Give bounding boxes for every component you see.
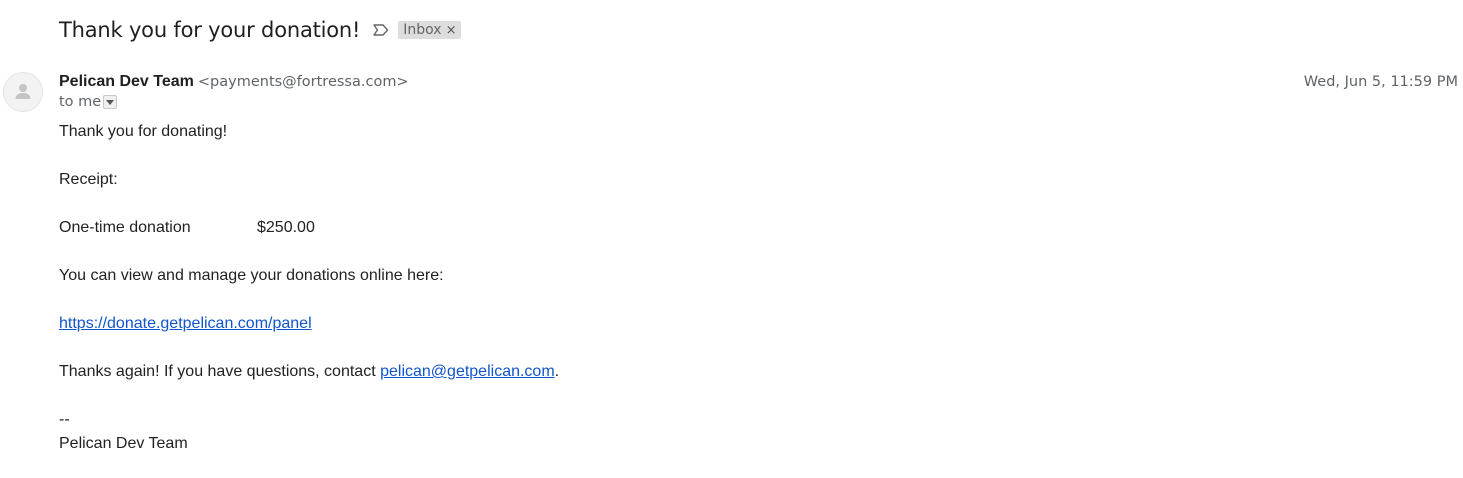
greeting-text: Thank you for donating! [59, 123, 228, 140]
message-body: Thank you for donating! Receipt: One-tim… [59, 120, 559, 456]
signature-name: Pelican Dev Team [59, 435, 188, 452]
email-subject: Thank you for your donation! [59, 18, 361, 42]
remove-label-icon[interactable]: × [446, 24, 457, 37]
sender-line: Pelican Dev Team <payments@fortressa.com… [59, 72, 409, 92]
default-avatar-icon[interactable] [3, 72, 43, 112]
show-details-button[interactable] [103, 95, 118, 109]
inbox-label-chip[interactable]: Inbox × [398, 21, 462, 39]
recipient-text: to me [59, 94, 102, 110]
subject-row: Thank you for your donation! Inbox × [59, 14, 462, 46]
receipt-item: One-time donation [59, 219, 191, 236]
dropdown-arrow-icon [106, 99, 115, 105]
receipt-row: One-time donation $250.00 [59, 216, 559, 240]
thanks-suffix: . [554, 363, 560, 380]
recipient-line: to me [59, 92, 118, 112]
contact-line: Thanks again! If you have questions, con… [59, 360, 559, 384]
contact-email-link[interactable]: pelican@getpelican.com [380, 363, 555, 380]
signature-separator: -- [59, 411, 70, 428]
message-date: Wed, Jun 5, 11:59 PM [1303, 74, 1458, 90]
sender-email: <payments@fortressa.com> [197, 74, 409, 90]
manage-donations-text: You can view and manage your donations o… [59, 267, 444, 284]
label-chip-text: Inbox [403, 22, 442, 38]
receipt-heading: Receipt: [59, 171, 118, 188]
label-importance-icon[interactable] [372, 23, 390, 37]
donation-panel-link[interactable]: https://donate.getpelican.com/panel [59, 315, 312, 332]
receipt-amount: $250.00 [257, 219, 315, 236]
sender-name[interactable]: Pelican Dev Team [59, 73, 194, 91]
thanks-text: Thanks again! If you have questions, con… [59, 363, 381, 380]
